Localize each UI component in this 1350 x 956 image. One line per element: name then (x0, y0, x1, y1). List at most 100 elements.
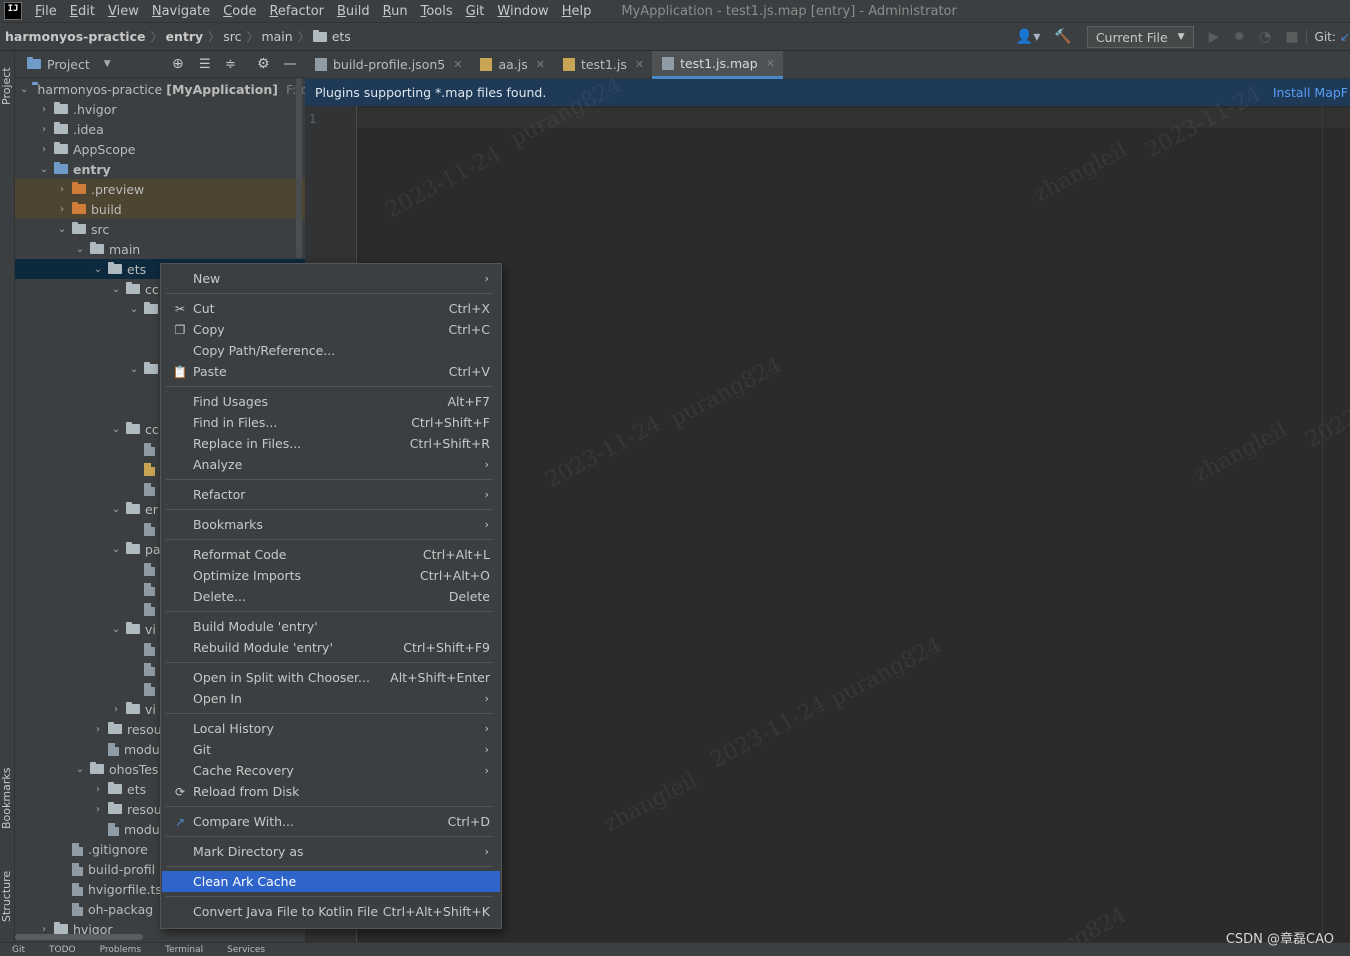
chevron-down-icon[interactable]: ⌄ (110, 624, 122, 635)
chevron-down-icon[interactable]: ⌄ (56, 224, 68, 235)
project-panel-title[interactable]: Project (47, 57, 90, 72)
menu-item-paste[interactable]: 📋 Paste Ctrl+V (162, 361, 500, 382)
tool-window-todo[interactable]: TODO (37, 945, 88, 955)
collapse-all-icon[interactable]: ≑ (225, 57, 236, 72)
stop-icon[interactable]: ■ (1278, 29, 1305, 45)
chevron-down-icon[interactable]: ⌄ (74, 764, 86, 775)
chevron-right-icon[interactable]: › (92, 724, 104, 735)
chevron-right-icon[interactable]: › (110, 704, 122, 715)
locate-file-icon[interactable]: ⊕ (172, 56, 184, 72)
menu-edit[interactable]: Edit (63, 4, 101, 19)
tree-node[interactable]: ⌄ main (15, 239, 305, 259)
menu-item-find-usages[interactable]: Find Usages Alt+F7 (162, 391, 500, 412)
menu-item-reload-from-disk[interactable]: ⟳ Reload from Disk (162, 781, 500, 802)
menu-item-open-in-split-with-chooser[interactable]: Open in Split with Chooser... Alt+Shift+E… (162, 667, 500, 688)
run-icon[interactable]: ▶ (1202, 29, 1227, 45)
menu-git[interactable]: Git (459, 4, 491, 19)
chevron-down-icon[interactable]: ⌄ (110, 424, 122, 435)
user-icon[interactable]: 👤▾ (1009, 29, 1047, 45)
chevron-down-icon[interactable]: ⌄ (110, 544, 122, 555)
menu-item-convert-java-file-to-kotlin-file[interactable]: Convert Java File to Kotlin File Ctrl+Alt… (162, 901, 500, 922)
breadcrumb-item[interactable]: entry (166, 29, 204, 44)
menu-help[interactable]: Help (555, 4, 598, 19)
chevron-down-icon[interactable]: ▼ (104, 59, 111, 69)
git-label[interactable]: Git: (1305, 30, 1340, 44)
tree-node[interactable]: › .idea (15, 119, 305, 139)
menu-file[interactable]: File (28, 4, 63, 19)
menu-item-delete[interactable]: Delete... Delete (162, 586, 500, 607)
chevron-right-icon[interactable]: › (38, 124, 50, 135)
menu-item-open-in[interactable]: Open In › (162, 688, 500, 709)
close-icon[interactable]: ✕ (766, 57, 775, 70)
structure-tool-button[interactable]: Structure (0, 861, 15, 931)
chevron-right-icon[interactable]: › (38, 104, 50, 115)
tree-node[interactable]: ⌄ src (15, 219, 305, 239)
chevron-down-icon[interactable]: ⌄ (110, 504, 122, 515)
menu-item-reformat-code[interactable]: Reformat Code Ctrl+Alt+L (162, 544, 500, 565)
chevron-right-icon[interactable]: › (56, 204, 68, 215)
menu-item-bookmarks[interactable]: Bookmarks › (162, 514, 500, 535)
menu-item-replace-in-files[interactable]: Replace in Files... Ctrl+Shift+R (162, 433, 500, 454)
menu-item-mark-directory-as[interactable]: Mark Directory as › (162, 841, 500, 862)
breadcrumb-item[interactable]: ets (332, 29, 351, 44)
install-plugin-link[interactable]: Install MapF (1273, 85, 1348, 100)
chevron-down-icon[interactable]: ⌄ (74, 244, 86, 255)
chevron-down-icon[interactable]: ⌄ (20, 84, 28, 95)
hide-panel-icon[interactable]: — (283, 56, 297, 72)
editor-tab[interactable]: aa.js ✕ (470, 51, 553, 79)
breadcrumb-project[interactable]: harmonyos-practice (0, 29, 145, 44)
breadcrumb-item[interactable]: src (223, 29, 241, 44)
menu-code[interactable]: Code (216, 4, 262, 19)
tree-node[interactable]: › .preview (15, 179, 305, 199)
profile-icon[interactable]: ◔ (1252, 29, 1278, 45)
chevron-right-icon[interactable]: › (92, 784, 104, 795)
tree-node[interactable]: › .hvigor (15, 99, 305, 119)
menu-refactor[interactable]: Refactor (262, 4, 330, 19)
debug-icon[interactable]: ✹ (1226, 29, 1252, 45)
chevron-down-icon[interactable]: ⌄ (92, 264, 104, 275)
breadcrumb-item[interactable]: main (261, 29, 292, 44)
menu-item-new[interactable]: New › (162, 268, 500, 289)
menu-run[interactable]: Run (376, 4, 414, 19)
chevron-down-icon[interactable]: ⌄ (38, 164, 50, 175)
close-icon[interactable]: ✕ (635, 58, 644, 71)
editor-tab[interactable]: test1.js.map ✕ (652, 50, 783, 79)
menu-navigate[interactable]: Navigate (145, 4, 216, 19)
tool-window-services[interactable]: Services (215, 945, 277, 955)
tree-node[interactable]: › build (15, 199, 305, 219)
menu-item-git[interactable]: Git › (162, 739, 500, 760)
tool-window-problems[interactable]: Problems (88, 945, 153, 955)
menu-item-optimize-imports[interactable]: Optimize Imports Ctrl+Alt+O (162, 565, 500, 586)
chevron-down-icon[interactable]: ⌄ (128, 364, 140, 375)
project-tree-hscrollbar[interactable] (15, 934, 143, 940)
tree-node[interactable]: › AppScope (15, 139, 305, 159)
tree-root[interactable]: ⌄ harmonyos-practice [MyApplication] F:\… (15, 79, 305, 99)
chevron-down-icon[interactable]: ⌄ (110, 284, 122, 295)
menu-item-copy-path-reference[interactable]: Copy Path/Reference... (162, 340, 500, 361)
menu-item-cache-recovery[interactable]: Cache Recovery › (162, 760, 500, 781)
tool-window-git[interactable]: Git (0, 945, 37, 955)
menu-item-analyze[interactable]: Analyze › (162, 454, 500, 475)
tool-window-terminal[interactable]: Terminal (153, 945, 215, 955)
tree-node[interactable]: ⌄ entry (15, 159, 305, 179)
menu-view[interactable]: View (101, 4, 145, 19)
git-update-icon[interactable]: ↙ (1340, 30, 1350, 44)
menu-item-build-module-entry[interactable]: Build Module 'entry' (162, 616, 500, 637)
menu-item-local-history[interactable]: Local History › (162, 718, 500, 739)
code-editor[interactable] (357, 106, 1350, 942)
chevron-down-icon[interactable]: ⌄ (128, 304, 140, 315)
build-hammer-icon[interactable]: 🔨 (1047, 29, 1078, 45)
menu-item-rebuild-module-entry[interactable]: Rebuild Module 'entry' Ctrl+Shift+F9 (162, 637, 500, 658)
menu-item-clean-ark-cache[interactable]: Clean Ark Cache (162, 871, 500, 892)
menu-tools[interactable]: Tools (414, 4, 459, 19)
chevron-right-icon[interactable]: › (38, 144, 50, 155)
gear-icon[interactable]: ⚙ (257, 56, 270, 72)
menu-item-compare-with[interactable]: ↗ Compare With... Ctrl+D (162, 811, 500, 832)
menu-item-refactor[interactable]: Refactor › (162, 484, 500, 505)
menu-item-copy[interactable]: ❐ Copy Ctrl+C (162, 319, 500, 340)
editor-tab[interactable]: build-profile.json5 ✕ (305, 51, 470, 79)
editor-tab[interactable]: test1.js ✕ (553, 51, 652, 79)
project-tool-button[interactable]: Project (0, 59, 15, 113)
bookmarks-tool-button[interactable]: Bookmarks (0, 763, 15, 833)
menu-item-find-in-files[interactable]: Find in Files... Ctrl+Shift+F (162, 412, 500, 433)
